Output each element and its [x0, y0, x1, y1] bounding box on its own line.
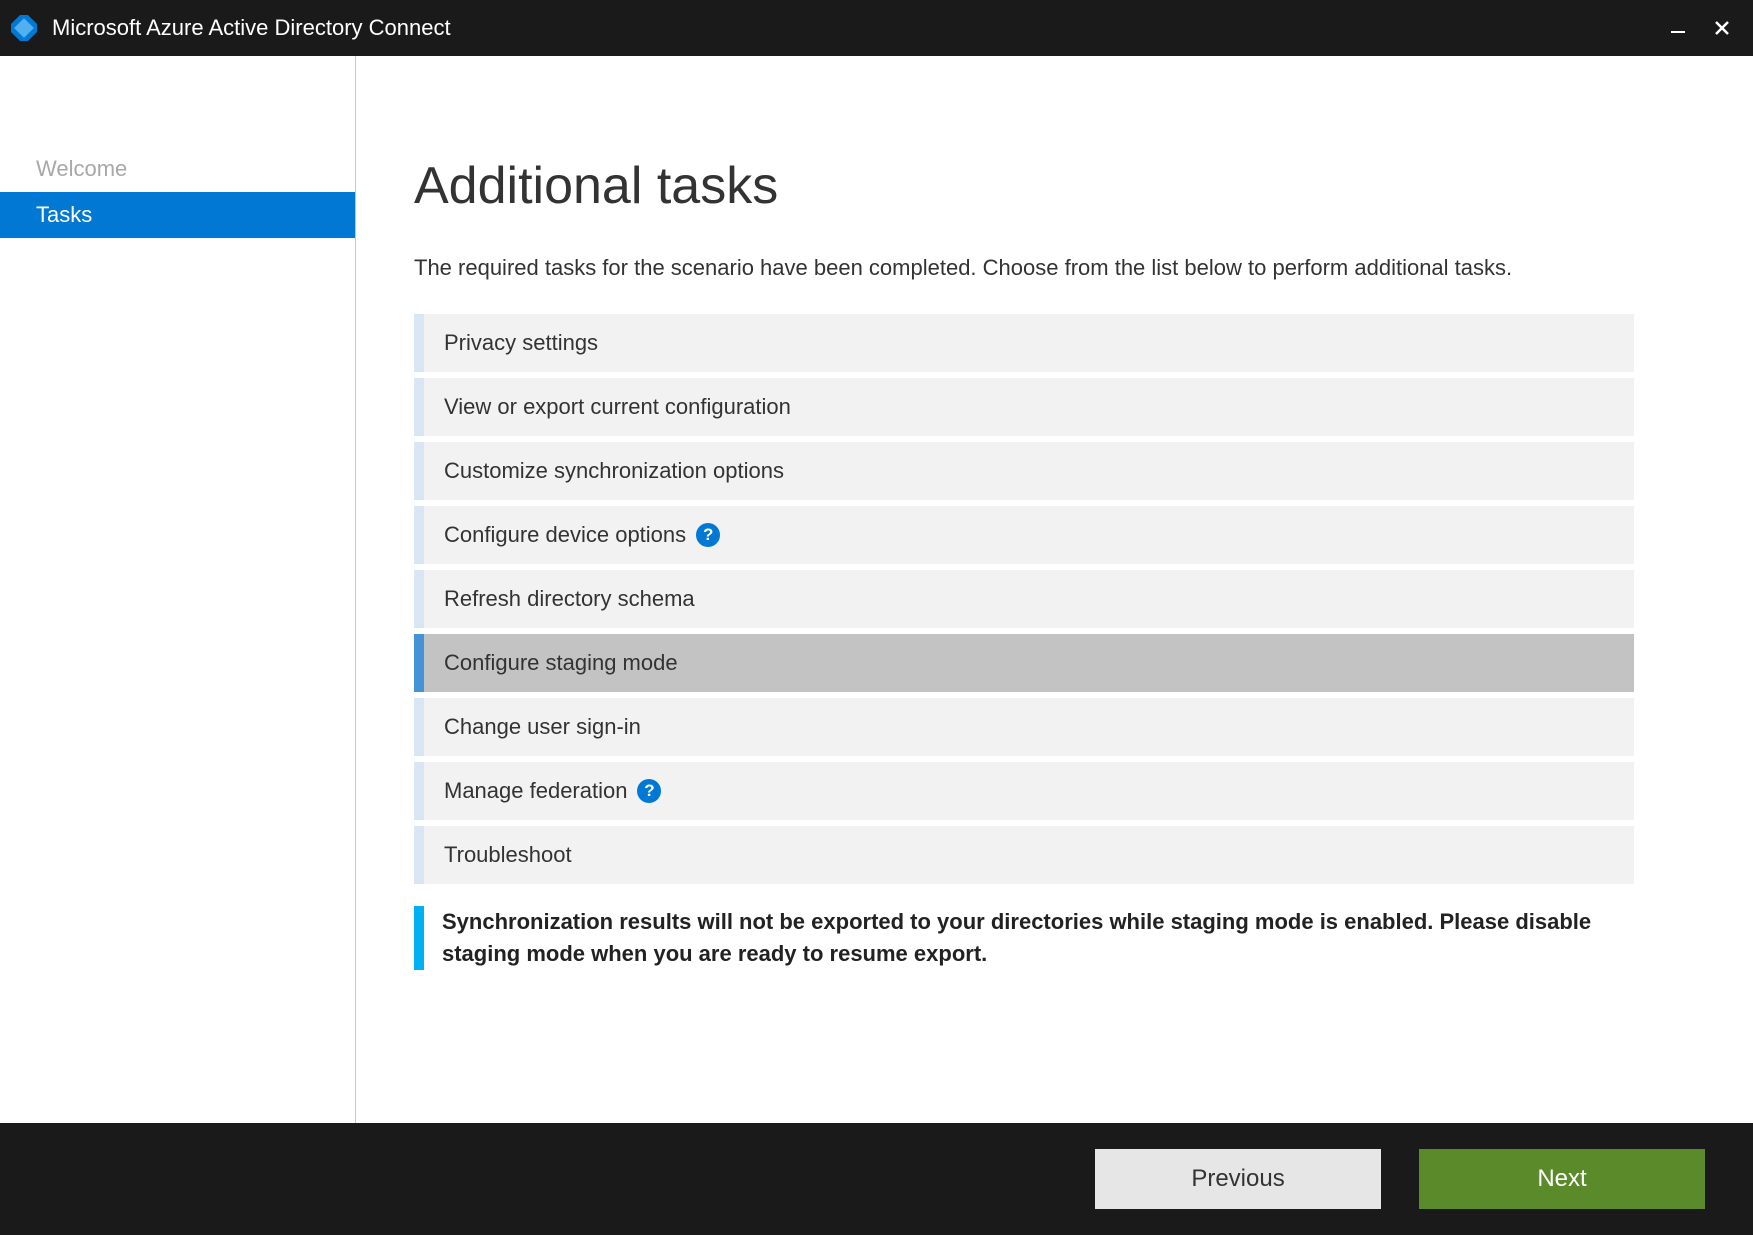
page-heading: Additional tasks — [414, 156, 1705, 216]
task-label: Manage federation — [424, 778, 627, 804]
task-label: Privacy settings — [424, 330, 598, 356]
task-label: Refresh directory schema — [424, 586, 695, 612]
task-customize-sync[interactable]: Customize synchronization options — [414, 442, 1634, 500]
task-label: View or export current configuration — [424, 394, 791, 420]
task-accent-bar — [414, 634, 424, 692]
task-label: Configure staging mode — [424, 650, 678, 676]
wizard-footer: Previous Next — [0, 1123, 1753, 1235]
task-configure-device-options[interactable]: Configure device options ? — [414, 506, 1634, 564]
task-view-export-config[interactable]: View or export current configuration — [414, 378, 1634, 436]
task-accent-bar — [414, 314, 424, 372]
sidebar: Welcome Tasks — [0, 56, 356, 1123]
task-accent-bar — [414, 570, 424, 628]
task-accent-bar — [414, 826, 424, 884]
staging-mode-notice: Synchronization results will not be expo… — [414, 906, 1634, 970]
notice-stripe — [414, 906, 424, 970]
task-accent-bar — [414, 762, 424, 820]
next-button[interactable]: Next — [1419, 1149, 1705, 1209]
wizard-window: Microsoft Azure Active Directory Connect… — [0, 0, 1753, 1235]
sidebar-step-tasks[interactable]: Tasks — [0, 192, 355, 238]
task-label: Troubleshoot — [424, 842, 572, 868]
task-refresh-schema[interactable]: Refresh directory schema — [414, 570, 1634, 628]
page-intro: The required tasks for the scenario have… — [414, 252, 1614, 284]
task-label: Configure device options — [424, 522, 686, 548]
sidebar-step-welcome[interactable]: Welcome — [0, 146, 355, 192]
notice-text: Synchronization results will not be expo… — [442, 906, 1634, 970]
minimize-icon — [1669, 19, 1687, 37]
task-accent-bar — [414, 442, 424, 500]
task-label: Change user sign-in — [424, 714, 641, 740]
minimize-button[interactable] — [1661, 11, 1695, 45]
previous-button[interactable]: Previous — [1095, 1149, 1381, 1209]
close-icon — [1713, 19, 1731, 37]
window-title: Microsoft Azure Active Directory Connect — [52, 15, 451, 41]
task-privacy-settings[interactable]: Privacy settings — [414, 314, 1634, 372]
sidebar-step-label: Welcome — [36, 156, 127, 181]
task-accent-bar — [414, 378, 424, 436]
main-panel: Additional tasks The required tasks for … — [356, 56, 1753, 1123]
task-configure-staging-mode[interactable]: Configure staging mode — [414, 634, 1634, 692]
help-icon[interactable]: ? — [637, 779, 661, 803]
task-label: Customize synchronization options — [424, 458, 784, 484]
task-manage-federation[interactable]: Manage federation ? — [414, 762, 1634, 820]
task-list: Privacy settings View or export current … — [414, 314, 1634, 884]
close-button[interactable] — [1705, 11, 1739, 45]
task-accent-bar — [414, 506, 424, 564]
help-icon[interactable]: ? — [696, 523, 720, 547]
sidebar-step-label: Tasks — [36, 202, 92, 227]
titlebar: Microsoft Azure Active Directory Connect — [0, 0, 1753, 56]
task-change-user-signin[interactable]: Change user sign-in — [414, 698, 1634, 756]
azure-logo-icon — [10, 14, 38, 42]
task-accent-bar — [414, 698, 424, 756]
task-troubleshoot[interactable]: Troubleshoot — [414, 826, 1634, 884]
wizard-body: Welcome Tasks Additional tasks The requi… — [0, 56, 1753, 1123]
